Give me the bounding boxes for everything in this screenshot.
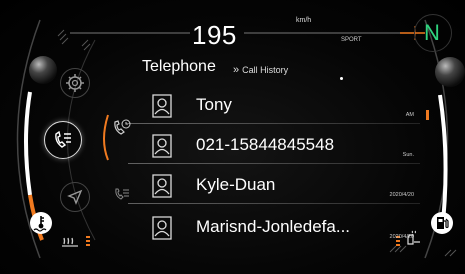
call-time: AM bbox=[405, 112, 414, 118]
contact-name: Marisnd-Jonledefa... bbox=[196, 217, 351, 236]
call-time: 2020/4/20 bbox=[389, 192, 414, 198]
contact-card-icon bbox=[150, 94, 174, 118]
list-item[interactable]: 021-15844845548 Sun. bbox=[128, 132, 420, 164]
indicator-dot bbox=[340, 77, 343, 80]
contact-card-icon bbox=[150, 134, 174, 158]
coolant-temp-icon bbox=[30, 212, 52, 234]
speed-unit: km/h bbox=[296, 17, 312, 24]
gear-indicator: N bbox=[424, 20, 440, 45]
settings-gear-icon[interactable] bbox=[60, 68, 90, 98]
contact-name: 021-15844845548 bbox=[196, 135, 335, 154]
row-divider bbox=[128, 123, 420, 124]
contact-card-icon bbox=[150, 216, 174, 240]
breadcrumb-label: Call History bbox=[242, 65, 289, 75]
contact-name: Kyle-Duan bbox=[196, 175, 276, 194]
drive-mode: SPORT bbox=[341, 37, 362, 43]
call-time: Sun. bbox=[402, 152, 414, 158]
phone-list-icon[interactable] bbox=[44, 121, 82, 159]
row-divider bbox=[128, 163, 420, 164]
speed-readout: 195 bbox=[192, 20, 237, 50]
page-title: Telephone bbox=[142, 58, 216, 75]
list-item[interactable]: Marisnd-Jonledefa... 2020/4/20 bbox=[150, 214, 414, 246]
double-chevron-icon: » bbox=[233, 64, 240, 76]
list-item[interactable]: Tony AM bbox=[128, 92, 420, 124]
breadcrumb[interactable]: » Call History bbox=[233, 64, 288, 76]
fuel-pump-icon bbox=[431, 212, 453, 234]
call-time: 2020/4/20 bbox=[389, 234, 414, 240]
seat-heater-icon bbox=[60, 234, 80, 248]
row-divider bbox=[128, 203, 420, 204]
phone-history-icon bbox=[112, 118, 132, 138]
instrument-cluster-screen: 195 km/h SPORT N Telephone » Call Histor… bbox=[0, 0, 465, 274]
list-item[interactable]: Kyle-Duan 2020/4/20 bbox=[128, 172, 420, 204]
left-level-bars bbox=[86, 236, 90, 248]
contact-name: Tony bbox=[196, 95, 232, 114]
navigation-arrow-icon[interactable] bbox=[60, 182, 90, 212]
call-list-icon bbox=[114, 186, 132, 202]
contact-card-icon bbox=[150, 174, 174, 198]
